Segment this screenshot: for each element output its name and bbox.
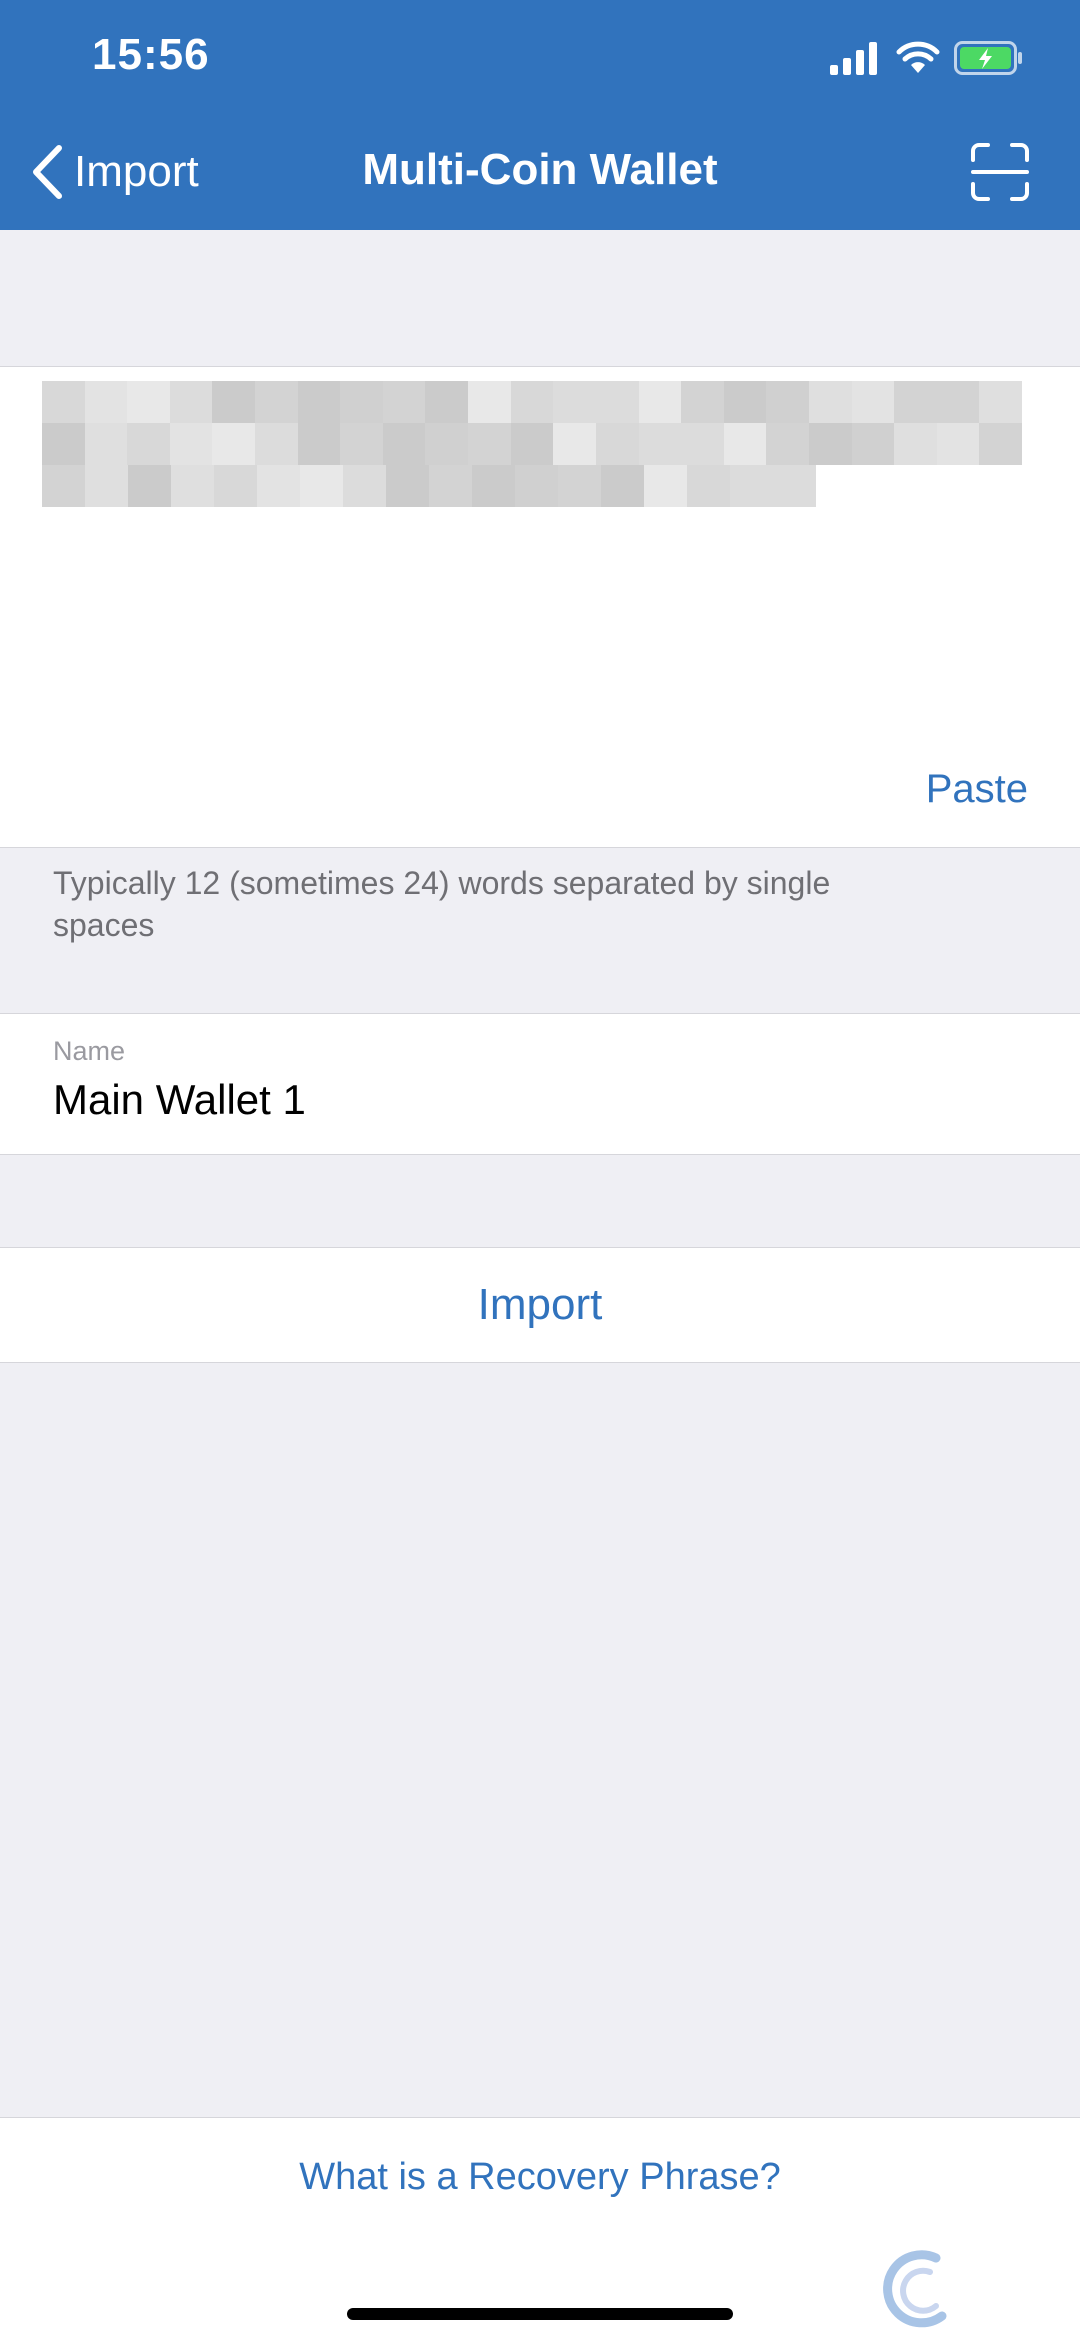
page-title: Multi-Coin Wallet xyxy=(362,145,718,194)
import-button[interactable]: Import xyxy=(0,1247,1080,1363)
obscured-text-row xyxy=(42,381,1023,423)
recovery-phrase-input[interactable] xyxy=(42,381,1023,521)
paste-button[interactable]: Paste xyxy=(926,767,1028,812)
obscured-text-row xyxy=(42,465,1022,507)
phrase-hint: Typically 12 (sometimes 24) words separa… xyxy=(53,865,831,943)
signal-icon xyxy=(830,42,877,75)
scan-qr-icon xyxy=(971,143,1029,201)
navigation-header: 15:56 Import Multi-Coin Wallet xyxy=(0,0,1080,230)
name-input[interactable]: Main Wallet 1 xyxy=(53,1076,306,1124)
recovery-phrase-box: Paste xyxy=(0,366,1080,848)
battery-charging-icon xyxy=(954,41,1022,75)
wallet-name-field[interactable]: Name Main Wallet 1 xyxy=(0,1013,1080,1155)
scan-button[interactable] xyxy=(970,142,1030,202)
status-time: 15:56 xyxy=(92,30,210,79)
import-button-label: Import xyxy=(477,1280,603,1329)
recovery-phrase-link[interactable]: What is a Recovery Phrase? xyxy=(0,2156,1080,2199)
watermark-logo-icon xyxy=(883,2250,947,2328)
obscured-text-row xyxy=(42,423,1023,465)
name-label: Name xyxy=(53,1036,126,1066)
status-icons xyxy=(830,38,1024,78)
home-indicator xyxy=(347,2308,733,2320)
wifi-icon xyxy=(896,41,940,73)
